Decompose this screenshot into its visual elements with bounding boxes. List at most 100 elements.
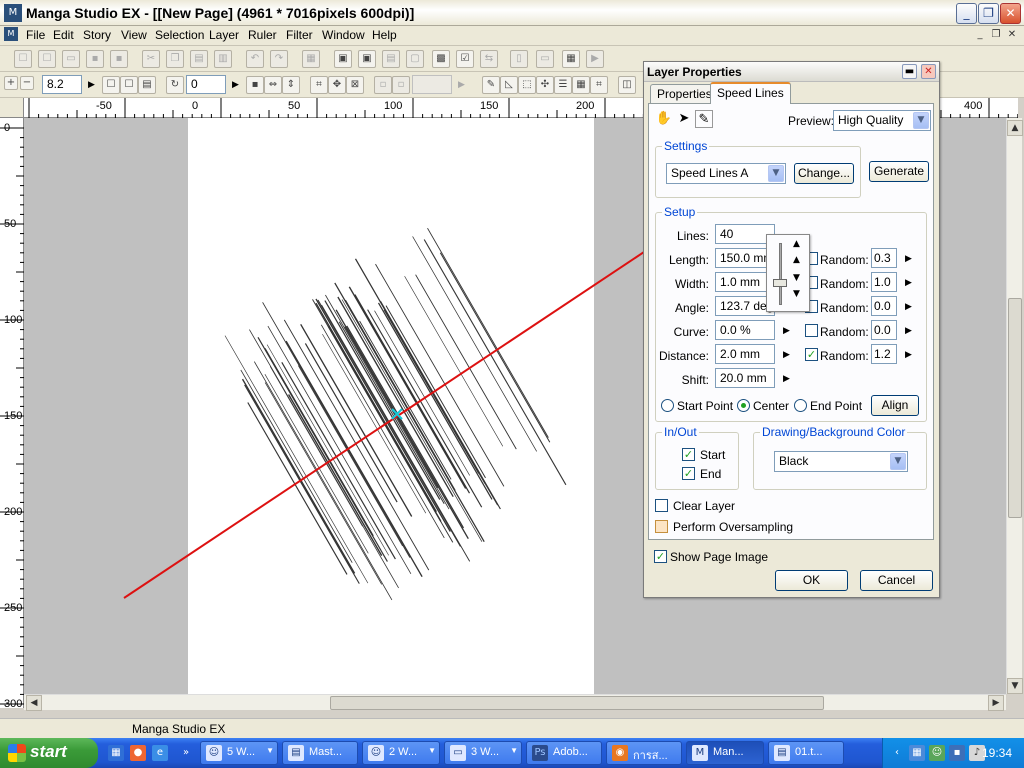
generate-button[interactable]: Generate — [869, 161, 929, 182]
page-layout-icon[interactable]: ▣ — [334, 50, 352, 68]
horizontal-scroll-thumb[interactable] — [330, 696, 824, 710]
start-point-radio[interactable] — [661, 399, 674, 412]
pen-tool-icon[interactable]: ✎ — [695, 110, 713, 128]
distance-input[interactable]: 2.0 mm — [715, 344, 775, 364]
fit-page-icon[interactable]: ☐ — [102, 76, 120, 94]
menu-filter[interactable]: Filter — [286, 28, 313, 42]
paste-icon[interactable]: ▤ — [190, 50, 208, 68]
preview-select[interactable]: High Quality ▼ — [833, 110, 931, 131]
curve-random-input[interactable]: 0.0 — [871, 320, 897, 340]
menu-layer[interactable]: Layer — [209, 28, 239, 42]
transform-icon[interactable]: ⇆ — [480, 50, 498, 68]
start-checkbox[interactable]: ✓ — [682, 448, 695, 461]
slider-down-icon[interactable]: ▼ — [793, 273, 800, 283]
chevron-down-icon[interactable]: ▼ — [890, 453, 906, 470]
spread-icon[interactable]: ▤ — [382, 50, 400, 68]
shift-input[interactable]: 20.0 mm — [715, 368, 775, 388]
zoom-input[interactable]: 8.2 — [42, 75, 82, 94]
copy-icon[interactable]: ❐ — [166, 50, 184, 68]
scroll-up-icon[interactable]: ▲ — [1007, 120, 1023, 136]
new-story-icon[interactable]: ☐ — [38, 50, 56, 68]
ruler-grid-icon[interactable]: ⌗ — [310, 76, 328, 94]
actual-size-icon[interactable]: ☐ — [120, 76, 138, 94]
mdi-minimize-button[interactable]: _ — [972, 28, 988, 42]
quicklaunch-app-icon[interactable]: ▦ — [108, 745, 124, 761]
angle-guide-line[interactable] — [123, 251, 645, 599]
menu-story[interactable]: Story — [83, 28, 111, 42]
chevron-down-icon[interactable]: ▼ — [768, 165, 784, 182]
show-page-checkbox[interactable]: ✓ — [654, 550, 667, 563]
story-layout-icon[interactable]: ▣ — [358, 50, 376, 68]
tab-speed-lines[interactable]: Speed Lines — [710, 82, 791, 104]
ruler-layer-icon[interactable]: ◫ — [618, 76, 636, 94]
disabled-layer-icon[interactable]: ▫ — [392, 76, 410, 94]
close-button[interactable]: ✕ — [1000, 3, 1021, 24]
quicklaunch-browser-icon[interactable]: e — [152, 745, 168, 761]
curve-random-arrow-icon[interactable]: ▶ — [905, 326, 912, 336]
speed-lines-preset-select[interactable]: Speed Lines A ▼ — [666, 163, 786, 184]
oversampling-checkbox[interactable] — [655, 520, 668, 533]
width-random-input[interactable]: 1.0 — [871, 272, 897, 292]
mdi-close-button[interactable]: ✕ — [1004, 28, 1020, 42]
shift-arrow-icon[interactable]: ▶ — [783, 374, 790, 384]
print-icon[interactable]: ▦ — [302, 50, 320, 68]
chevron-down-icon[interactable]: ▼ — [913, 112, 929, 129]
zoom-in-icon[interactable]: + — [4, 76, 18, 90]
navigator-icon[interactable]: ▦ — [562, 50, 580, 68]
new-page-icon[interactable]: ☐ — [14, 50, 32, 68]
network-icon[interactable]: ▦ — [909, 745, 925, 761]
ok-button[interactable]: OK — [775, 570, 848, 591]
print-size-icon[interactable]: ▤ — [138, 76, 156, 94]
horizontal-scrollbar[interactable]: ◀ ▶ — [24, 694, 1006, 711]
slider-down-fast-icon[interactable]: ▼ — [793, 289, 800, 299]
scroll-left-icon[interactable]: ◀ — [26, 695, 42, 711]
start-button[interactable]: start — [0, 738, 98, 768]
distance-random-input[interactable]: 1.2 — [871, 344, 897, 364]
slider-up-icon[interactable]: ▲ — [793, 255, 800, 265]
distance-random-checkbox[interactable]: ✓ — [805, 348, 818, 361]
quicklaunch-more-icon[interactable]: » — [178, 745, 194, 761]
vertical-scrollbar[interactable]: ▲ ▼ — [1006, 118, 1023, 694]
redo-icon[interactable]: ↷ — [270, 50, 288, 68]
lines-slider-popup[interactable]: ▲ ▲ ▼ ▼ — [766, 234, 810, 312]
distance-arrow-icon[interactable]: ▶ — [783, 350, 790, 360]
taskbar-item-manga-studio[interactable]: M Man... — [686, 741, 764, 765]
taskbar-item-text-file[interactable]: ▤ 01.t... — [768, 741, 844, 765]
taskbar-item-messenger-2[interactable]: ☺ 2 W... ▼ — [362, 741, 440, 765]
cube-icon[interactable]: ⬚ — [518, 76, 536, 94]
minimize-button[interactable]: _ — [956, 3, 977, 24]
rotation-arrow-icon[interactable]: ▶ — [232, 80, 239, 90]
delete-icon[interactable]: ▥ — [214, 50, 232, 68]
maximize-button[interactable]: ❐ — [978, 3, 999, 24]
menu-view[interactable]: View — [121, 28, 147, 42]
tab-properties[interactable]: Properties — [650, 84, 719, 103]
flip-vertical-icon[interactable]: ⇕ — [282, 76, 300, 94]
rotate-icon[interactable]: ↻ — [166, 76, 184, 94]
grid-icon[interactable]: ▦ — [572, 76, 590, 94]
curve-input[interactable]: 0.0 % — [715, 320, 775, 340]
mdi-restore-button[interactable]: ❐ — [988, 28, 1004, 42]
taskbar-item-folders[interactable]: ▭ 3 W... ▼ — [444, 741, 522, 765]
frame-icon[interactable]: ▢ — [406, 50, 424, 68]
menu-ruler[interactable]: Ruler — [248, 28, 277, 42]
dialog-title-bar[interactable]: Layer Properties ▬ ✕ — [644, 62, 939, 82]
length-random-input[interactable]: 0.3 — [871, 248, 897, 268]
undo-icon[interactable]: ↶ — [246, 50, 264, 68]
disabled-tool-icon[interactable]: ▫ — [374, 76, 392, 94]
menu-help[interactable]: Help — [372, 28, 397, 42]
save-all-icon[interactable]: ▪ — [110, 50, 128, 68]
align-button[interactable]: Align — [871, 395, 919, 416]
tone-icon[interactable]: ▩ — [432, 50, 450, 68]
zoom-arrow-icon[interactable]: ▶ — [88, 80, 95, 90]
taskbar-item-firefox[interactable]: ◉ การส... — [606, 741, 682, 765]
slider-up-fast-icon[interactable]: ▲ — [793, 239, 800, 249]
security-icon[interactable]: ▪ — [949, 745, 965, 761]
change-button[interactable]: Change... — [794, 163, 854, 184]
dialog-close-icon[interactable]: ✕ — [921, 64, 936, 79]
taskbar-item-photoshop[interactable]: Ps Adob... — [526, 741, 602, 765]
save-icon[interactable]: ▪ — [86, 50, 104, 68]
scroll-right-icon[interactable]: ▶ — [988, 695, 1004, 711]
color-select[interactable]: Black ▼ — [774, 451, 908, 472]
end-point-radio[interactable] — [794, 399, 807, 412]
angle-random-input[interactable]: 0.0 — [871, 296, 897, 316]
